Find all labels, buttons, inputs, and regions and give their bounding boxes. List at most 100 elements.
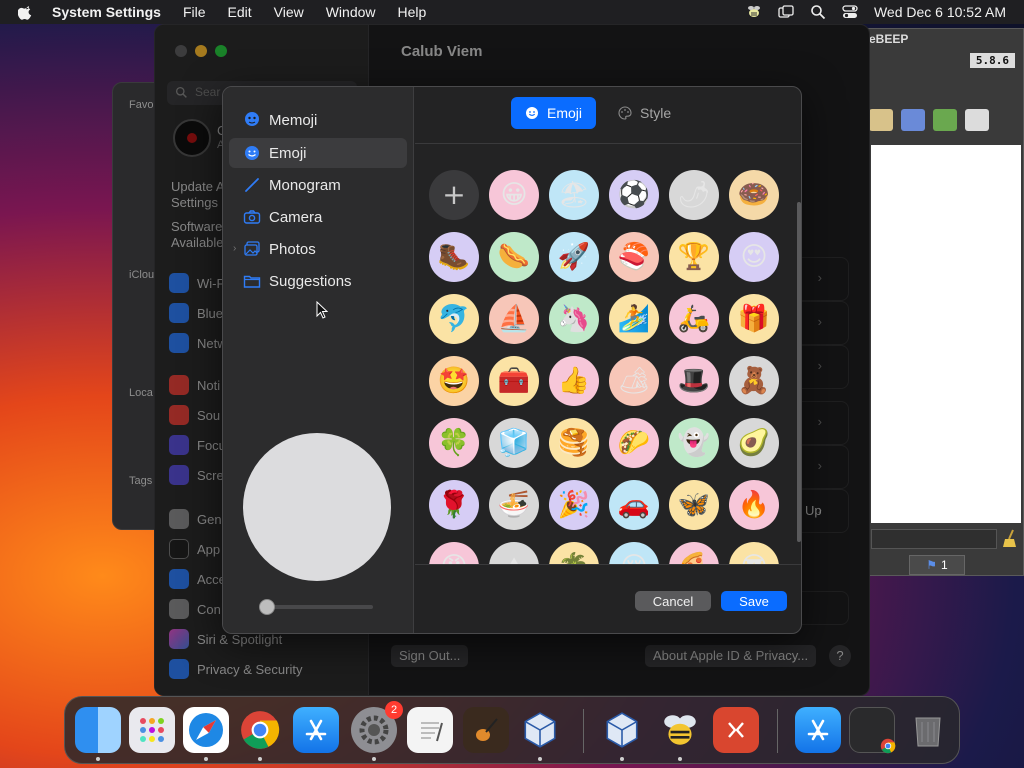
emoji-option[interactable]: 🌴 [549,542,599,564]
source-emoji[interactable]: Emoji [229,138,407,168]
network-tool-icon[interactable] [901,109,925,131]
spotlight-search-icon[interactable] [810,4,826,20]
zoom-slider-track[interactable] [267,605,373,609]
emoji-option[interactable]: 🌮 [609,418,659,468]
smiley-icon [526,107,538,119]
emoji-option[interactable]: 🌭 [489,232,539,282]
emoji-option[interactable]: 🏖 [549,170,599,220]
emoji-option[interactable]: 🥑 [729,418,779,468]
emoji-option[interactable]: 😍 [729,232,779,282]
emoji-option[interactable]: 👻 [669,418,719,468]
tab-emoji[interactable]: Emoji [511,97,597,129]
envelope-tool-icon[interactable] [869,109,893,131]
beep-content-area[interactable] [871,145,1021,523]
garageband-icon[interactable] [463,707,509,753]
tab-label: Emoji [547,105,583,121]
emoji-option[interactable]: 😎 [729,542,779,564]
emoji-option[interactable]: 🥞 [549,418,599,468]
beep-tab[interactable]: ⚑ 1 [909,555,965,575]
emoji-option[interactable]: ⛰ [489,542,539,564]
chrome-window-thumbnail[interactable] [849,707,896,754]
emoji-option[interactable]: 🎉 [549,480,599,530]
vertical-scrollbar[interactable] [797,202,801,542]
emoji-option[interactable]: 🧸 [729,356,779,406]
emoji-option[interactable]: 🍩 [729,170,779,220]
bee-status-icon[interactable] [746,4,762,20]
emoji-option[interactable]: 👍 [549,356,599,406]
menu-edit[interactable]: Edit [228,4,252,20]
chrome-logo-icon [241,711,280,749]
emoji-option[interactable]: 🏆 [669,232,719,282]
window-switcher-icon[interactable] [778,4,794,20]
save-button[interactable]: Save [721,591,787,611]
emoji-option[interactable]: 🍣 [609,232,659,282]
textedit-icon[interactable] [407,707,453,753]
emoji-option[interactable]: 🧰 [489,356,539,406]
source-label: Photos [269,240,316,258]
launchpad-icon[interactable] [129,707,175,753]
remote-desktop-icon[interactable] [713,707,759,753]
menu-view[interactable]: View [274,4,304,20]
virtualbox-icon[interactable] [517,707,563,753]
emoji-option[interactable]: 🤩 [429,356,479,406]
trash-icon[interactable] [905,707,951,753]
menu-window[interactable]: Window [326,4,376,20]
emoji-option[interactable]: 🦄 [549,294,599,344]
emoji-option[interactable]: 😡 [429,542,479,564]
source-suggestions[interactable]: Suggestions [229,266,407,296]
chrome-icon[interactable] [237,707,283,753]
zoom-slider-handle[interactable] [259,599,275,615]
tab-style[interactable]: Style [604,97,685,129]
compass-icon [189,713,223,747]
emoji-grid-scroll-area[interactable]: + 😀🏖⚽🌶🍩 🥾🌭🚀🍣🏆😍 🐬⛵🦄🏄🛵🎁 🤩🧰👍🏕🎩🧸 🍀🧊🥞🌮👻🥑 🌹🍜🎉🚗🦋🔥 😡 ⛰ 🌴… [415,143,801,565]
emoji-option[interactable]: 🏄 [609,294,659,344]
emoji-option[interactable]: 🐬 [429,294,479,344]
running-indicator [204,757,208,761]
beep-input-field[interactable] [871,529,997,549]
source-photos[interactable]: Photos [229,234,407,264]
emoji-option[interactable]: 🎩 [669,356,719,406]
sidebar-section-icloud: iClou [129,269,155,281]
finder-icon[interactable] [75,707,121,753]
emoji-option[interactable]: 🦋 [669,480,719,530]
emoji-option[interactable]: 🍀 [429,418,479,468]
source-camera[interactable]: Camera [229,202,407,232]
source-monogram[interactable]: Monogram [229,170,407,200]
app-menu[interactable]: System Settings [52,4,161,20]
trash-tool-icon[interactable] [965,109,989,131]
control-center-icon[interactable] [842,4,858,20]
avatar-preview[interactable] [243,433,391,581]
emoji-option[interactable]: 🍕 [669,542,719,564]
flag-tool-icon[interactable] [933,109,957,131]
emoji-option[interactable]: 🎁 [729,294,779,344]
app-store-installer-icon[interactable] [795,707,841,753]
clock[interactable]: Wed Dec 6 10:52 AM [874,4,1006,20]
cancel-button[interactable]: Cancel [635,591,711,611]
emoji-option[interactable]: 🔥 [729,480,779,530]
system-settings-icon[interactable]: 2 [351,701,403,753]
emoji-option[interactable]: 🌶 [669,170,719,220]
emoji-option[interactable]: 😢 [609,542,659,564]
emoji-option[interactable]: 😀 [489,170,539,220]
add-emoji-button[interactable]: + [429,170,479,220]
broom-icon[interactable] [1001,529,1019,549]
menu-help[interactable]: Help [398,4,427,20]
beep-app-window[interactable]: eBEEP 5.8.6 ⚑ 1 [860,28,1024,576]
bee-app-icon[interactable] [657,707,703,753]
emoji-option[interactable]: 🚗 [609,480,659,530]
emoji-option[interactable]: 🧊 [489,418,539,468]
emoji-option[interactable]: 🌹 [429,480,479,530]
safari-icon[interactable] [183,707,229,753]
emoji-option[interactable]: 🛵 [669,294,719,344]
source-memoji[interactable]: Memoji [229,105,407,135]
app-store-icon[interactable] [293,707,339,753]
emoji-option[interactable]: 🏕 [609,356,659,406]
virtualbox-vm-icon[interactable] [599,707,645,753]
apple-logo-icon[interactable] [18,4,34,20]
emoji-option[interactable]: 🍜 [489,480,539,530]
emoji-option[interactable]: ⚽ [609,170,659,220]
emoji-option[interactable]: 🥾 [429,232,479,282]
emoji-option[interactable]: 🚀 [549,232,599,282]
menu-file[interactable]: File [183,4,206,20]
emoji-option[interactable]: ⛵ [489,294,539,344]
